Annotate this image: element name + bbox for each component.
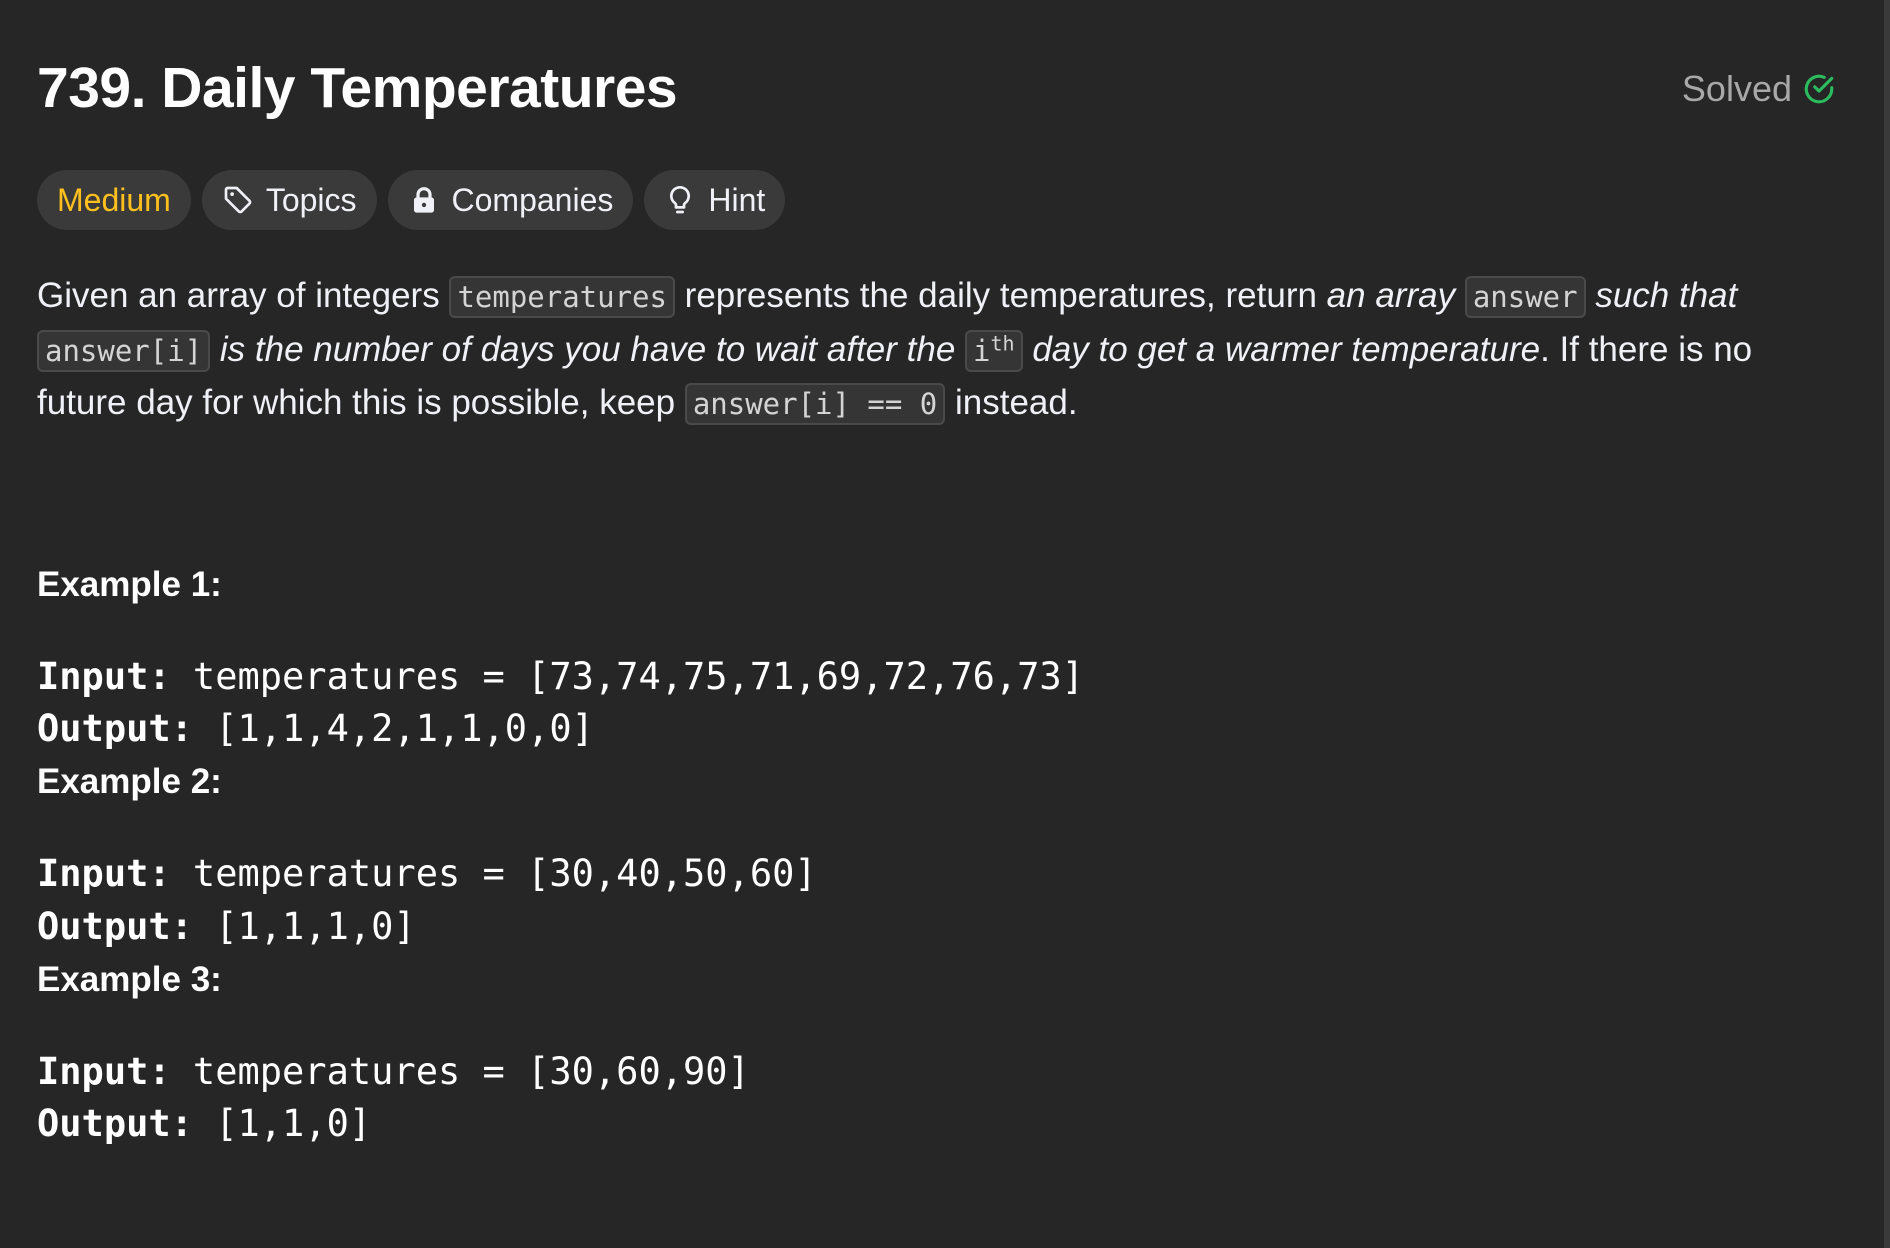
check-circle-icon xyxy=(1804,74,1834,104)
companies-button[interactable]: Companies xyxy=(387,170,634,230)
problem-title: 739. Daily Temperatures xyxy=(37,56,678,120)
inline-code-ith: ith xyxy=(965,329,1023,372)
hint-button[interactable]: Hint xyxy=(644,170,786,230)
example-1-output: Output: [1,1,4,2,1,1,0,0] xyxy=(37,707,594,750)
example-2-input: Input: temperatures = [30,40,50,60] xyxy=(37,852,817,895)
problem-statement: Given an array of integers temperatures … xyxy=(37,270,1837,431)
topics-button[interactable]: Topics xyxy=(201,170,377,230)
difficulty-badge[interactable]: Medium xyxy=(37,170,191,230)
inline-code-temperatures: temperatures xyxy=(449,276,675,318)
hint-label: Hint xyxy=(708,181,766,218)
companies-label: Companies xyxy=(451,181,614,218)
topics-label: Topics xyxy=(265,181,357,218)
example-1-input: Input: temperatures = [73,74,75,71,69,72… xyxy=(37,655,1084,698)
example-2-output: Output: [1,1,1,0] xyxy=(37,905,416,948)
example-3-input: Input: temperatures = [30,60,90] xyxy=(37,1050,750,1093)
inline-code-answer: answer xyxy=(1464,276,1586,318)
example-3-output: Output: [1,1,0] xyxy=(37,1102,372,1145)
example-2-title: Example 2: xyxy=(37,762,222,801)
solved-status: Solved xyxy=(1682,68,1836,110)
lock-icon xyxy=(413,187,434,213)
scrollbar[interactable] xyxy=(1884,0,1890,1248)
tag-icon xyxy=(224,186,252,214)
solved-label: Solved xyxy=(1681,68,1792,109)
problem-description-panel: 739. Daily Temperatures Solved Medium To… xyxy=(0,0,1884,1248)
example-1-title: Example 1: xyxy=(37,565,222,604)
example-3-title: Example 3: xyxy=(37,960,222,999)
problem-tags: Medium Topics Companies Hint xyxy=(37,170,786,230)
inline-code-answer-i: answer[i] xyxy=(37,329,211,372)
difficulty-label: Medium xyxy=(57,181,171,218)
lightbulb-icon xyxy=(670,185,691,214)
inline-code-answer-zero: answer[i] == 0 xyxy=(684,383,946,425)
